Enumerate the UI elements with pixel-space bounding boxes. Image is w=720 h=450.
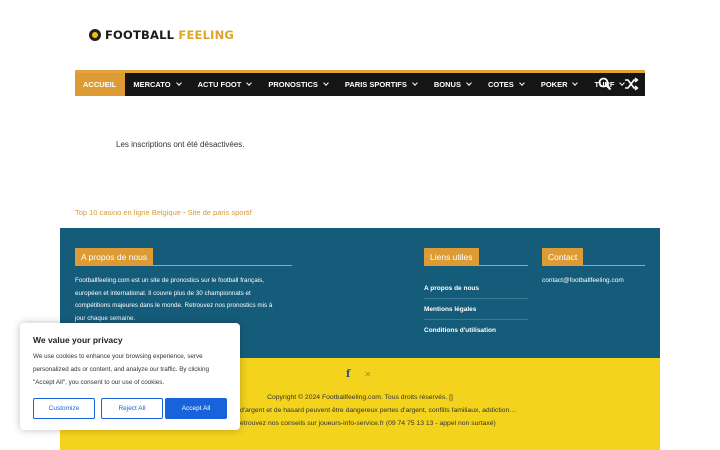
about-text: Footballfeeling.com est un site de prono… [75,275,285,325]
cookie-text-line: We use cookies to enhance your browsing … [33,353,203,360]
footer-links-row: Top 10 casino en ligne Belgique - Site d… [75,208,252,217]
logo-word-football: FOOTBALL [105,28,175,42]
liens-heading-underline [424,265,528,266]
logo-word-feeling: FEELING [178,28,235,42]
shuffle-icon[interactable] [624,77,639,91]
nav-item-label: COTES [487,80,514,89]
contact-heading: Contact [542,248,584,265]
gambling-warning-line2: etrouvez nos conseils sur joueurs-info-s… [240,420,496,427]
chevron-down-icon [323,80,329,86]
nav-item-label: ACTU FOOT [197,80,242,89]
cookie-text: We use cookies to enhance your browsing … [33,351,229,389]
cookie-consent-banner: We value your privacy We use cookies to … [20,323,240,430]
chevron-down-icon [466,80,472,86]
logo-text: FOOTBALL FEELING [105,28,234,42]
search-icon[interactable] [598,77,612,91]
chevron-down-icon [518,80,525,86]
contact-email[interactable]: contact@footballfeeling.com [542,277,624,284]
cookie-text-line: "Accept All", you consent to our use of … [33,378,165,386]
chevron-down-icon [412,80,418,86]
nav-item-label: BONUS [433,80,461,89]
chevron-down-icon [246,80,253,86]
chevron-down-icon [572,80,579,86]
liens-heading: Liens utiles [424,248,479,265]
cookie-text-line: personalized ads or content, and analyze… [33,365,209,373]
site-logo[interactable]: FOOTBALL FEELING [89,28,234,42]
nav-icons [598,77,639,91]
link-mentions-legales[interactable]: Mentions légales [424,299,528,320]
nav-item-pronostics[interactable]: PRONOSTICS [260,73,337,96]
nav-item-paris-sportifs[interactable]: PARIS SPORTIFS [337,73,426,96]
reject-all-button[interactable]: Reject All [101,398,163,419]
main-nav: ACCUEIL MERCATO ACTU FOOT PRONOSTICS PAR… [75,70,645,96]
nav-item-bonus[interactable]: BONUS [426,73,480,96]
social-links: f ✕ [346,369,371,380]
nav-item-cotes[interactable]: COTES [480,73,533,96]
cookie-title: We value your privacy [33,335,123,345]
about-heading-underline [75,265,292,266]
about-line: européen et international. Il couvre plu… [75,289,251,297]
nav-item-label: PARIS SPORTIFS [344,80,407,89]
liens-list: A propos de nous Mentions légales Condit… [424,278,528,341]
about-line: compétitions majeures dans le monde. Ret… [75,302,273,309]
link-top10-casino[interactable]: Top 10 casino en ligne Belgique [75,208,181,217]
link-conditions[interactable]: Conditions d'utilisation [424,320,528,341]
nav-item-mercato[interactable]: MERCATO [125,73,189,96]
accept-all-button[interactable]: Accept All [165,398,227,419]
nav-item-actu-foot[interactable]: ACTU FOOT [190,73,261,96]
x-icon[interactable]: ✕ [364,370,371,379]
about-line: Footballfeeling.com est un site de prono… [75,277,265,284]
nav-item-label: PRONOSTICS [268,80,318,89]
nav-item-label: ACCUEIL [83,80,117,89]
nav-item-label: POKER [540,80,568,89]
nav-item-accueil[interactable]: ACCUEIL [75,73,126,96]
contact-heading-underline [542,265,645,266]
chevron-down-icon [175,80,182,86]
customize-button[interactable]: Customize [33,398,95,419]
nav-item-poker[interactable]: POKER [533,73,587,96]
nav-item-label: MERCATO [133,80,171,89]
football-icon [89,29,101,41]
about-heading: A propos de nous [75,248,154,265]
link-site-paris-sportif[interactable]: Site de paris sportif [188,208,252,217]
facebook-icon[interactable]: f [346,369,350,380]
registration-disabled-message: Les inscriptions ont été désactivées. [116,140,245,149]
link-separator: - [180,208,188,217]
gambling-warning-line1: d'argent et de hasard peuvent être dange… [240,407,517,414]
link-a-propos[interactable]: A propos de nous [424,278,528,299]
